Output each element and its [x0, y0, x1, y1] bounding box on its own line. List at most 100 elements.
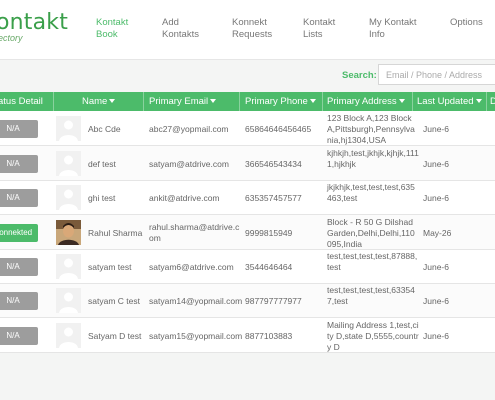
nav-label-line1: Kontakt: [303, 17, 336, 28]
nav-label-line2: Requests: [232, 29, 273, 40]
table-header: atus Detail Name Primary Email Primary P…: [0, 92, 495, 111]
caret-down-icon: [398, 99, 405, 104]
header-email-label: Primary Email: [149, 96, 209, 107]
contact-phone: 635357457577: [245, 193, 302, 203]
avatar[interactable]: [56, 288, 81, 313]
contact-address: 123 Block A,123 Block A,Pittsburgh,Penns…: [327, 113, 415, 145]
logo-title: ontakt: [0, 10, 69, 35]
status-badge[interactable]: N/A: [0, 292, 38, 310]
table-row[interactable]: Konnekted Rahul Sharma rahul.sharma@atdriv…: [0, 215, 495, 250]
table-row[interactable]: N/A ghi test ankit@atdrive.com 635357457577…: [0, 181, 495, 215]
header-name[interactable]: Name: [82, 96, 116, 107]
nav-label-line1: Kontakt: [96, 17, 129, 28]
contact-name[interactable]: satyam test: [88, 262, 131, 273]
header-extra[interactable]: D: [490, 96, 495, 107]
contact-name[interactable]: def test: [88, 159, 116, 170]
last-updated: June-6: [423, 262, 449, 272]
column-divider: [412, 92, 413, 111]
last-updated: June-6: [423, 124, 449, 134]
status-badge[interactable]: N/A: [0, 189, 38, 207]
table-row[interactable]: N/A Abc Cde abc27@yopmail.com 6586464645646…: [0, 111, 495, 146]
avatar[interactable]: [56, 254, 81, 279]
column-divider: [486, 92, 487, 111]
contact-address: Block - R 50 G Dilshad Garden,Delhi,Delh…: [327, 217, 415, 249]
avatar[interactable]: [56, 323, 81, 348]
status-badge[interactable]: N/A: [0, 155, 38, 173]
contact-phone: 65864646456465: [245, 124, 312, 134]
nav-label-line2: Lists: [303, 29, 323, 40]
contact-email: satyam15@yopmail.com: [149, 331, 243, 341]
table-row[interactable]: N/A def test satyam@atdrive.com 36654654343…: [0, 146, 495, 181]
nav-kontakt-book[interactable]: Kontakt Book: [96, 17, 128, 41]
contact-email: ankit@atdrive.com: [149, 193, 220, 203]
contact-phone: 3544646464: [245, 262, 293, 272]
header-last-updated[interactable]: Last Updated: [417, 96, 482, 107]
caret-down-icon: [475, 99, 482, 104]
avatar[interactable]: [56, 116, 81, 141]
header-primary-address[interactable]: Primary Address: [327, 96, 405, 107]
contact-address: test,test,test,test,633547,test: [327, 285, 415, 306]
nav-add-kontakts[interactable]: Add Kontakts: [162, 17, 199, 41]
contact-phone: 9999815949: [245, 228, 293, 238]
column-divider: [322, 92, 323, 111]
contact-name[interactable]: Abc Cde: [88, 124, 121, 135]
table-row[interactable]: N/A satyam C test satyam14@yopmail.com 9877…: [0, 284, 495, 318]
search-input[interactable]: [378, 64, 495, 85]
table-row[interactable]: N/A satyam test satyam6@atdrive.com 3544646…: [0, 250, 495, 284]
contact-email: satyam6@atdrive.com: [149, 262, 234, 272]
status-badge[interactable]: N/A: [0, 120, 38, 138]
contact-email: satyam@atdrive.com: [149, 159, 229, 169]
column-divider: [143, 92, 144, 111]
status-badge[interactable]: N/A: [0, 258, 38, 276]
table-row[interactable]: N/A Satyam D test satyam15@yopmail.com 8877…: [0, 318, 495, 353]
header-address-label: Primary Address: [327, 96, 397, 107]
caret-down-icon: [109, 99, 116, 104]
nav-konnekt-requests[interactable]: Konnekt Requests: [232, 17, 272, 41]
header-phone-label: Primary Phone: [245, 96, 308, 107]
last-updated: June-6: [423, 159, 449, 169]
contact-email: rahul.sharma@atdrive.com: [149, 222, 240, 243]
nav-label-line1: Konnekt: [232, 17, 267, 28]
contact-phone: 366546543434: [245, 159, 302, 169]
header-name-label: Name: [82, 96, 108, 107]
contact-email: abc27@yopmail.com: [149, 124, 229, 134]
nav-options[interactable]: Options: [450, 17, 483, 29]
last-updated: June-6: [423, 193, 449, 203]
nav-label-line1: Options: [450, 17, 483, 28]
avatar[interactable]: [56, 220, 81, 245]
contact-name[interactable]: Rahul Sharma: [88, 228, 142, 239]
contact-name[interactable]: Satyam D test: [88, 331, 141, 342]
status-badge[interactable]: Konnekted: [0, 224, 38, 242]
contact-address: kjhkjh,test,jkhjk,kjhjk,1111,hjkhjk: [327, 148, 419, 169]
caret-down-icon: [309, 99, 316, 104]
avatar[interactable]: [56, 185, 81, 210]
status-badge[interactable]: N/A: [0, 327, 38, 345]
caret-down-icon: [210, 99, 217, 104]
nav-my-kontakt-info[interactable]: My Kontakt Info: [369, 17, 417, 41]
last-updated: June-6: [423, 331, 449, 341]
header-primary-email[interactable]: Primary Email: [149, 96, 217, 107]
contact-address: Mailing Address 1,test,city D,state D,55…: [327, 320, 419, 352]
nav-label-line2: Info: [369, 29, 385, 40]
nav-label-line2: Book: [96, 29, 118, 40]
header-status-detail[interactable]: atus Detail: [0, 96, 43, 107]
header-primary-phone[interactable]: Primary Phone: [245, 96, 316, 107]
search-label: Search:: [342, 70, 377, 81]
contact-name[interactable]: satyam C test: [88, 296, 140, 307]
contact-email: satyam14@yopmail.com: [149, 296, 243, 306]
kontakt-book-page: Kontakt ectory Kontakt Book Add Kontakts…: [0, 0, 495, 400]
logo-subtitle: ectory: [0, 33, 23, 43]
nav-label-line1: Add: [162, 17, 179, 28]
nav-label-line1: My Kontakt: [369, 17, 417, 28]
app-logo[interactable]: Kontakt: [0, 10, 68, 35]
last-updated: May-26: [423, 228, 452, 238]
contact-address: jkjkhjk,test,test,test,635463,test: [327, 182, 415, 203]
last-updated: June-6: [423, 296, 449, 306]
contact-phone: 8877103883: [245, 331, 293, 341]
column-divider: [53, 92, 54, 111]
column-divider: [239, 92, 240, 111]
nav-kontakt-lists[interactable]: Kontakt Lists: [303, 17, 335, 41]
contact-address: test,test,test,test,87888,test: [327, 251, 418, 272]
avatar[interactable]: [56, 151, 81, 176]
contact-name[interactable]: ghi test: [88, 193, 115, 204]
